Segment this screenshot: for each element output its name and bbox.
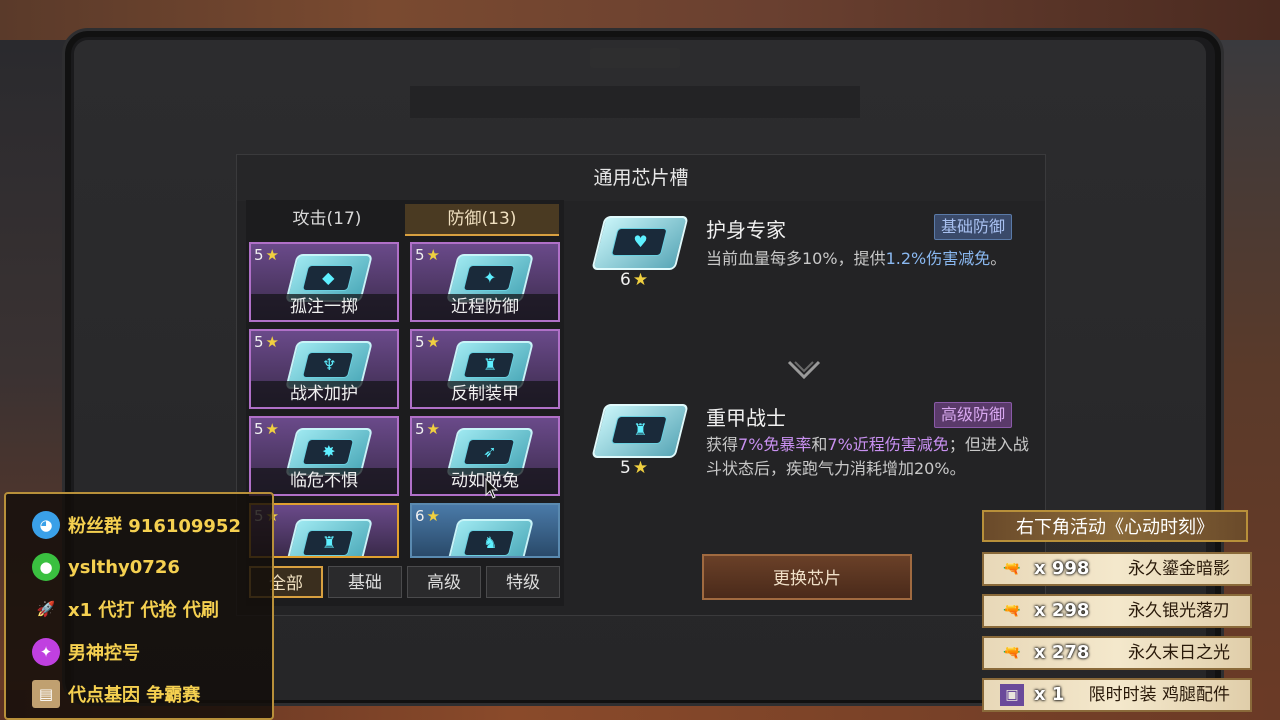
reward-count: x 998 bbox=[1034, 558, 1090, 579]
event-reward-row: 🔫 x 998 永久鎏金暗影 bbox=[982, 552, 1252, 586]
reward-name: 限时时装 鸡腿配件 bbox=[1088, 685, 1230, 705]
star-rating: 5★ bbox=[254, 420, 279, 438]
event-title: 右下角活动《心动时刻》 bbox=[982, 510, 1248, 542]
chip-name: 战术加护 bbox=[251, 381, 397, 407]
chip-card[interactable]: 5 ★ ◆ 孤注一掷 bbox=[249, 242, 399, 322]
chip-card[interactable]: 5 ★ ✦ 近程防御 bbox=[410, 242, 560, 322]
current-chip-description: 当前血量每多10%，提供1.2%伤害减免。 bbox=[706, 249, 1007, 268]
streamer-row: ✦ 男神控号 bbox=[32, 638, 140, 666]
filter-special[interactable]: 特级 bbox=[486, 566, 560, 598]
reward-name: 永久鎏金暗影 bbox=[1128, 559, 1230, 579]
cursor-icon bbox=[485, 478, 499, 499]
weapon-icon: 🔫 bbox=[1003, 603, 1021, 619]
new-chip-description: 获得7%免暴率和7%近程伤害减免；但进入战斗状态后，疾跑气力消耗增加20%。 bbox=[706, 435, 1029, 478]
streamer-row: 🚀 x1 代打 代抢 代刷 bbox=[32, 595, 219, 623]
streamer-row-text: 代点基因 争霸赛 bbox=[68, 685, 201, 706]
reward-name: 永久银光落刃 bbox=[1128, 601, 1230, 621]
star-rating: 5★ bbox=[254, 333, 279, 351]
streamer-row: ▤ 代点基因 争霸赛 bbox=[32, 680, 200, 708]
chevron-down-icon bbox=[787, 360, 821, 380]
screen-title-ghost bbox=[410, 86, 860, 118]
weapon-icon: 🔫 bbox=[1003, 645, 1021, 661]
gene-icon: ▤ bbox=[32, 680, 60, 708]
chip-card[interactable]: 5 ★ ♆ 战术加护 bbox=[249, 329, 399, 409]
qq-icon: ◕ bbox=[32, 511, 60, 539]
event-reward-row: ▣ x 1 限时时装 鸡腿配件 bbox=[982, 678, 1252, 712]
event-reward-row: 🔫 x 298 永久银光落刃 bbox=[982, 594, 1252, 628]
chip-name: 临危不惧 bbox=[251, 468, 397, 494]
chip-card[interactable]: 5 ★ ♜ 反制装甲 bbox=[410, 329, 560, 409]
chip-icon: ♞ bbox=[446, 519, 534, 556]
reward-count: x 278 bbox=[1034, 642, 1090, 663]
screen-status-ghost bbox=[590, 48, 680, 68]
new-chip-stars: 5 ★ bbox=[620, 458, 649, 478]
reward-name: 永久末日之光 bbox=[1128, 643, 1230, 663]
new-chip-icon: ♜ bbox=[591, 404, 689, 458]
star-rating: 5★ bbox=[415, 246, 440, 264]
streamer-row-text: x1 代打 代抢 代刷 bbox=[68, 600, 219, 621]
streamer-row-text: yslthy0726 bbox=[68, 556, 180, 578]
dialog-title: 通用芯片槽 bbox=[237, 155, 1045, 201]
chip-name: 孤注一掷 bbox=[251, 294, 397, 320]
current-chip-name: 护身专家 bbox=[706, 218, 786, 242]
new-chip-name: 重甲战士 bbox=[706, 406, 786, 430]
star-rating: 5★ bbox=[254, 246, 279, 264]
rocket-icon: 🚀 bbox=[36, 600, 56, 618]
filter-advanced[interactable]: 高级 bbox=[407, 566, 481, 598]
costume-icon: ▣ bbox=[1000, 684, 1024, 706]
wechat-icon: ● bbox=[32, 553, 60, 581]
star-rating: 5★ bbox=[415, 420, 440, 438]
streamer-row: ◕ 粉丝群 916109952 bbox=[32, 511, 241, 539]
current-chip-icon: ♥ bbox=[591, 216, 689, 270]
reward-count: x 298 bbox=[1034, 600, 1090, 621]
event-reward-row: 🔫 x 278 永久末日之光 bbox=[982, 636, 1252, 670]
streamer-row-text: 粉丝群 916109952 bbox=[68, 516, 241, 537]
current-chip-tier-badge: 基础防御 bbox=[934, 214, 1013, 240]
star-rating: 6 ★ bbox=[415, 507, 440, 525]
new-chip-tier-badge: 高级防御 bbox=[934, 402, 1013, 428]
current-chip-stars: 6 ★ bbox=[620, 270, 649, 290]
chip-name: 反制装甲 bbox=[412, 381, 558, 407]
weapon-icon: 🔫 bbox=[1003, 561, 1021, 577]
chip-name: 近程防御 bbox=[412, 294, 558, 320]
streamer-row-text: 男神控号 bbox=[68, 643, 140, 664]
chip-card[interactable]: 5 ★ ✸ 临危不惧 bbox=[249, 416, 399, 496]
chip-card[interactable]: 6 ★ ♞ bbox=[410, 503, 560, 558]
tab-defense[interactable]: 防御(13) bbox=[405, 204, 559, 236]
controller-icon: ✦ bbox=[32, 638, 60, 666]
reward-count: x 1 bbox=[1034, 684, 1065, 705]
replace-chip-button[interactable]: 更换芯片 bbox=[702, 554, 912, 600]
star-rating: 5★ bbox=[415, 333, 440, 351]
streamer-row: ● yslthy0726 bbox=[32, 553, 180, 581]
filter-basic[interactable]: 基础 bbox=[328, 566, 402, 598]
tab-attack[interactable]: 攻击(17) bbox=[252, 204, 402, 234]
chip-icon: ♜ bbox=[285, 519, 373, 556]
